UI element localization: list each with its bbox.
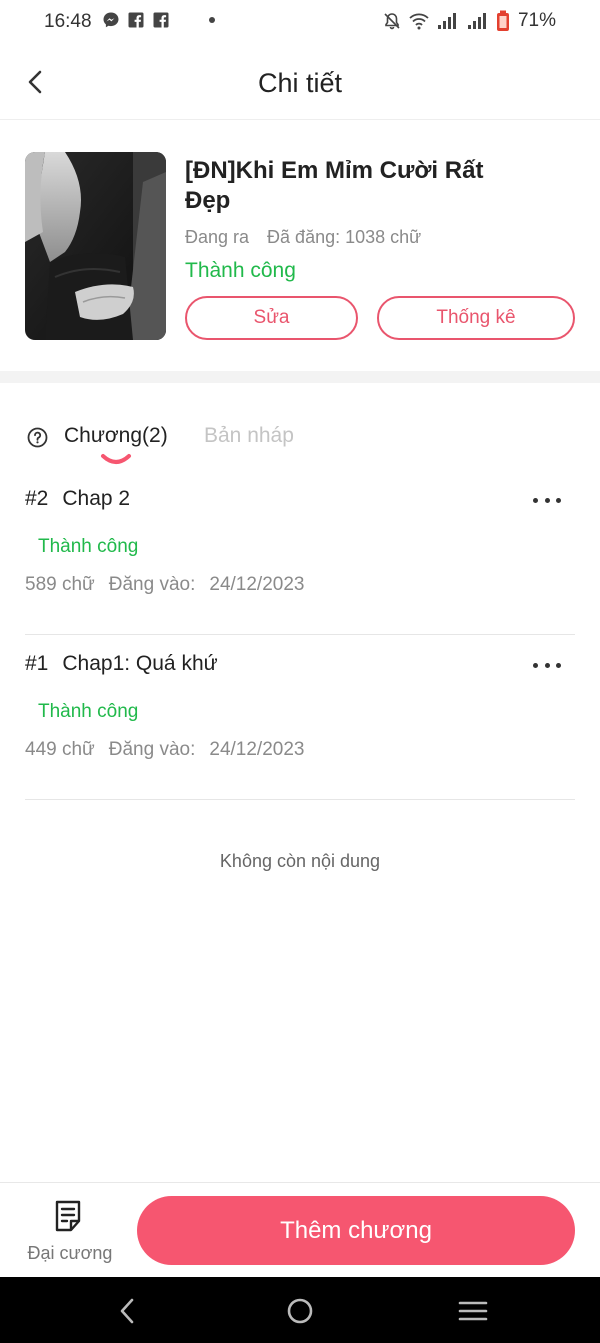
facebook-icon [128, 12, 144, 28]
battery-icon [496, 10, 509, 31]
status-bar: 16:48 71% [0, 0, 600, 44]
outline-label: Đại cương [27, 1243, 113, 1263]
book-word-count: Đã đăng: 1038 chữ [267, 227, 422, 247]
system-navigation-bar [0, 1277, 600, 1343]
nav-recents-icon[interactable] [457, 1295, 489, 1327]
chapter-date: 24/12/2023 [209, 574, 305, 595]
edit-button[interactable]: Sửa [185, 296, 358, 340]
messenger-icon [103, 12, 119, 28]
signal-icon [467, 13, 486, 29]
chapter-posted-label: Đăng vào: [108, 574, 196, 595]
chapter-list-item[interactable]: #2 Chap 2 Thành công 589 chữ Đăng vào: 24/1… [25, 470, 575, 635]
section-divider [0, 371, 600, 383]
book-status: Thành công [185, 259, 296, 282]
status-time: 16:48 [44, 11, 92, 32]
book-meta: Đang ra Đã đăng: 1038 chữ [185, 227, 421, 248]
book-title: [ĐN]Khi Em Mỉm Cười Rất Đẹp [185, 157, 484, 214]
bottom-action-bar: Đại cương Thêm chương [0, 1182, 600, 1277]
status-system-icons: 71% [382, 10, 556, 32]
battery-percentage: 71% [517, 10, 556, 31]
statistics-button[interactable]: Thống kê [377, 296, 575, 340]
chapter-header: #2 Chap 2 [25, 487, 130, 511]
help-icon[interactable] [27, 427, 48, 448]
chapter-posted-label: Đăng vào: [108, 739, 196, 760]
chapter-word-count: 449 chữ [25, 739, 95, 760]
chapter-header: #1 Chap1: Quá khứ [25, 652, 218, 676]
chapter-meta: 449 chữ Đăng vào: 24/12/2023 [25, 739, 304, 761]
chapter-status: Thành công [38, 701, 139, 722]
chapter-word-count: 589 chữ [25, 574, 95, 595]
active-tab-indicator [101, 454, 131, 464]
outline-document-icon [55, 1200, 81, 1232]
chapter-title: Chap1: Quá khứ [62, 652, 218, 675]
tab-drafts[interactable]: Bản nháp [204, 424, 294, 448]
book-state: Đang ra [185, 227, 250, 247]
book-cover-image[interactable] [25, 152, 166, 340]
chapter-meta: 589 chữ Đăng vào: 24/12/2023 [25, 574, 304, 596]
add-chapter-button[interactable]: Thêm chương [137, 1196, 575, 1265]
chapter-list-item[interactable]: #1 Chap1: Quá khứ Thành công 449 chữ Đăng … [25, 635, 575, 800]
more-options-icon[interactable] [533, 655, 561, 675]
chapter-number: #1 [25, 652, 49, 675]
notification-dot-icon [209, 17, 215, 23]
chapter-status: Thành công [38, 536, 139, 557]
wifi-icon [409, 13, 429, 30]
outline-button[interactable]: Đại cương [20, 1199, 120, 1265]
chapter-tabs: Chương(2) Bản nháp [0, 412, 600, 472]
facebook-icon [153, 12, 169, 28]
status-notification-icons [102, 11, 215, 29]
nav-back-icon[interactable] [112, 1295, 144, 1327]
signal-icon [437, 13, 456, 29]
chapter-date: 24/12/2023 [209, 739, 305, 760]
page-title: Chi tiết [257, 68, 343, 98]
tab-chapters[interactable]: Chương(2) [64, 424, 168, 448]
nav-home-icon[interactable] [284, 1295, 316, 1327]
book-summary: [ĐN]Khi Em Mỉm Cười Rất Đẹp Đang ra Đã đă… [0, 121, 600, 371]
chapter-title: Chap 2 [62, 487, 131, 510]
chapter-number: #2 [25, 487, 49, 510]
list-end-message: Không còn nội dung [219, 851, 381, 871]
mute-icon [384, 13, 400, 30]
more-options-icon[interactable] [533, 490, 561, 510]
app-header: Chi tiết [0, 44, 600, 120]
